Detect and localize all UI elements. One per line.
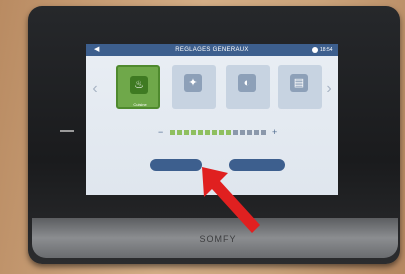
page-title: REGLAGES GENERAUX <box>175 47 249 53</box>
annotation-arrow-icon <box>202 167 260 233</box>
lightbulb-icon: ✦ <box>184 74 202 92</box>
settings-tile-label <box>280 100 320 106</box>
level-segment <box>177 130 182 135</box>
level-segment <box>219 130 224 135</box>
settings-tile-2[interactable]: ✦ <box>172 65 216 109</box>
settings-tile-3[interactable]: ◐ <box>226 65 270 109</box>
level-segment <box>261 130 266 135</box>
clock-icon <box>312 47 318 53</box>
title-bar: ◀ REGLAGES GENERAUX 18:54 <box>86 44 338 56</box>
level-segment <box>212 130 217 135</box>
next-arrow-icon[interactable]: › <box>324 80 334 98</box>
settings-tile-4[interactable]: ▤ <box>278 65 322 109</box>
cooking-icon-glyph: ♨ <box>134 79 144 91</box>
contrast-icon: ◐ <box>238 74 256 92</box>
increase-button[interactable]: + <box>272 128 280 137</box>
back-arrow-icon[interactable]: ◀ <box>94 46 102 54</box>
contrast-icon-glyph: ◐ <box>243 77 251 89</box>
level-segment <box>226 130 231 135</box>
cooking-icon: ♨ <box>130 76 148 94</box>
level-segment <box>205 130 210 135</box>
settings-tile-label: Cuisine <box>133 102 147 107</box>
level-segment <box>254 130 259 135</box>
level-segment <box>247 130 252 135</box>
level-segment <box>170 130 175 135</box>
keyboard-icon-glyph: ▤ <box>293 77 305 89</box>
decrease-button[interactable]: − <box>158 128 166 137</box>
settings-tile-label <box>174 100 214 106</box>
level-segment <box>233 130 238 135</box>
level-segment <box>184 130 189 135</box>
settings-tile-1[interactable]: ♨ Cuisine <box>116 65 160 109</box>
bottom-button-left[interactable] <box>150 159 202 171</box>
level-segment <box>198 130 203 135</box>
previous-arrow-icon[interactable]: ‹ <box>90 80 100 98</box>
clock-time: 18:54 <box>320 47 333 53</box>
level-bar[interactable] <box>170 130 266 135</box>
keyboard-icon: ▤ <box>290 74 308 92</box>
level-segment <box>191 130 196 135</box>
level-segment <box>240 130 245 135</box>
device-side-marker <box>60 130 74 132</box>
lightbulb-icon-glyph: ✦ <box>188 77 198 89</box>
settings-tile-label <box>228 100 268 106</box>
